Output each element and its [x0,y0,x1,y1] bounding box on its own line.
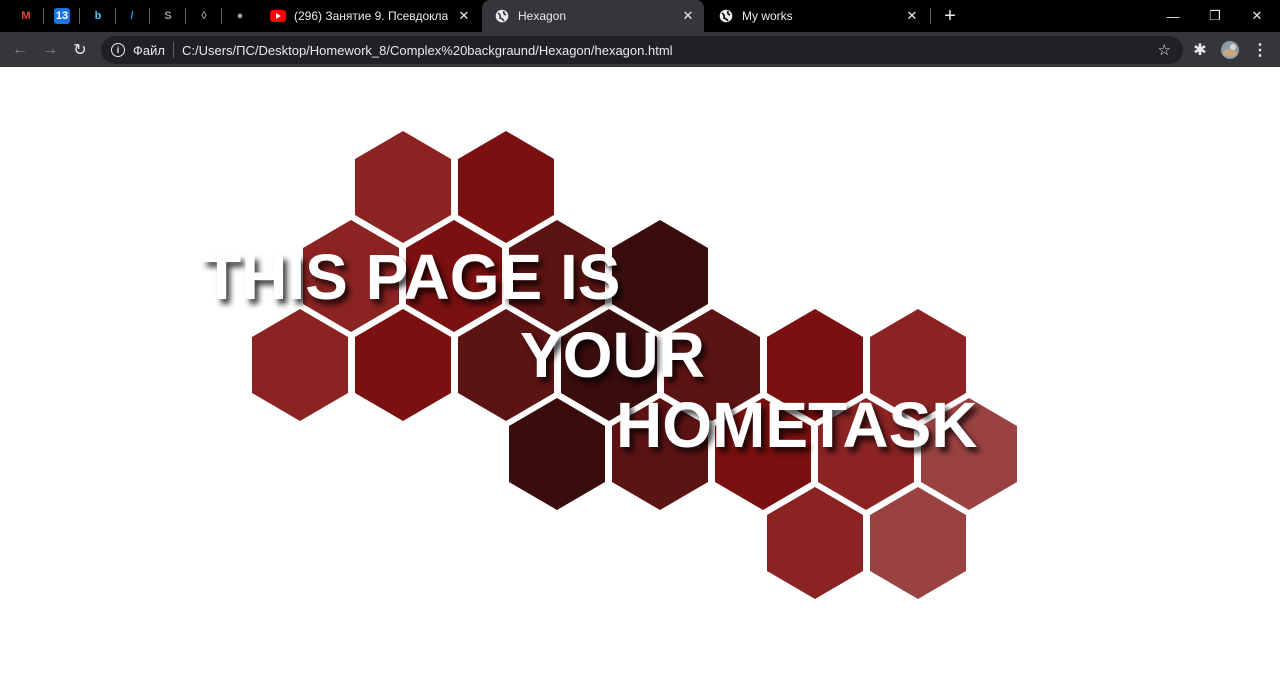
pinned-tab[interactable]: 13 [44,0,80,32]
extensions-icon[interactable]: ✱ [1186,36,1214,64]
reload-button[interactable]: ↻ [66,36,94,64]
address-bar[interactable]: i Файл C:/Users/ПС/Desktop/Homework_8/Co… [101,36,1183,64]
hexagon-tile [612,220,708,332]
tab-title: (296) Занятие 9. Псевдоклассы и [294,9,448,23]
forward-button[interactable]: → [36,36,64,64]
calendar-icon: 13 [54,8,70,24]
pinned-tab[interactable]: / [114,0,150,32]
tab-divider [930,8,931,24]
restore-button[interactable]: ❐ [1192,0,1238,32]
headline-line-3: HOMETASK [616,389,978,461]
pinned-tab[interactable]: S [150,0,186,32]
tab-hexagon[interactable]: Hexagon ✕ [482,0,704,32]
tab-title: My works [742,9,793,23]
address-divider [172,42,174,58]
browser-chrome: M 13 b / S ◊ ● (296) Занятие 9. Псевдоклассы и… [0,0,1280,67]
app-slash-icon: / [130,10,134,22]
app-s-icon: S [164,10,172,22]
close-icon[interactable]: ✕ [456,8,472,24]
globe-icon [718,8,734,24]
avatar[interactable] [1216,36,1244,64]
tab-title: Hexagon [518,9,567,23]
hexagon-tile [870,487,966,599]
back-button[interactable]: ← [6,36,34,64]
hexagon-tile [252,309,348,421]
tab-my-works[interactable]: My works ✕ [706,0,928,32]
page-content: THIS PAGE IS YOUR HOMETASK [0,67,1280,682]
url-text[interactable]: C:/Users/ПС/Desktop/Homework_8/Complex%2… [182,43,673,58]
youtube-icon [270,8,286,24]
close-icon[interactable]: ✕ [680,8,696,24]
menu-icon[interactable]: ⋮ [1246,36,1274,64]
info-icon[interactable]: i [111,43,125,57]
hexagon-tile [509,398,605,510]
hexagon-tile [767,487,863,599]
hexagon-tile [355,131,451,243]
gmail-icon: M [21,10,31,22]
window-close-button[interactable]: ✕ [1234,0,1280,32]
tab-strip: M 13 b / S ◊ ● (296) Занятие 9. Псевдоклассы и… [0,0,1280,32]
pinned-tab[interactable]: ● [222,0,258,32]
drop-icon: ◊ [201,10,207,22]
new-tab-button[interactable]: + [936,0,964,32]
headline-line-1: THIS PAGE IS [202,241,621,313]
pinned-tab[interactable]: M [8,0,44,32]
browser-toolbar: ← → ↻ i Файл C:/Users/ПС/Desktop/Homewor… [0,32,1280,67]
close-icon[interactable]: ✕ [904,8,920,24]
pinned-tab[interactable]: b [80,0,116,32]
bookmark-star-icon[interactable]: ☆ [1158,41,1171,59]
pinned-tab[interactable]: ◊ [186,0,222,32]
scheme-label: Файл [133,42,165,58]
hexagon-tile [458,131,554,243]
app-icon: b [94,10,102,22]
tab-youtube[interactable]: (296) Занятие 9. Псевдоклассы и ✕ [258,0,480,32]
globe-icon [494,8,510,24]
hexagon-tile [355,309,451,421]
minimize-button[interactable]: — [1150,0,1196,32]
github-icon: ● [236,10,244,22]
headline-line-2: YOUR [520,319,705,391]
